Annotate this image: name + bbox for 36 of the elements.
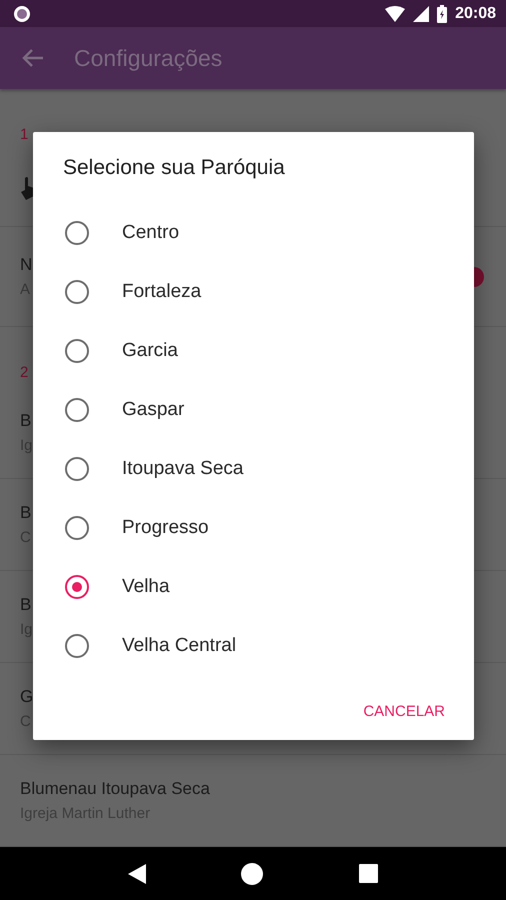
option-label[interactable]: Velha Central <box>122 634 236 656</box>
radio-button[interactable] <box>65 220 89 244</box>
recents-icon[interactable] <box>359 864 378 884</box>
option-label[interactable]: Velha <box>122 576 170 598</box>
cancel-button[interactable]: CANCELAR <box>354 695 454 728</box>
radio-button[interactable] <box>65 398 89 422</box>
section-header: 2 <box>20 364 28 382</box>
status-time: 20:08 <box>455 4 496 23</box>
back-icon[interactable] <box>128 864 146 884</box>
option-label[interactable]: Gaspar <box>122 398 184 420</box>
dialog-title: Selecione sua Paróquia <box>63 156 285 180</box>
home-icon[interactable] <box>241 862 264 885</box>
setting-title: B <box>20 503 32 524</box>
signal-icon <box>413 6 430 22</box>
radio-button[interactable] <box>65 574 89 598</box>
setting-title: B <box>20 595 32 616</box>
battery-icon <box>437 4 448 23</box>
option-label[interactable]: Fortaleza <box>122 280 202 302</box>
app-title: Configurações <box>74 44 222 72</box>
setting-title: Blumenau Itoupava Seca <box>20 779 210 800</box>
option-label[interactable]: Centro <box>122 222 180 244</box>
radio-button[interactable] <box>65 280 89 304</box>
radio-button[interactable] <box>65 516 89 540</box>
radio-button[interactable] <box>65 338 89 362</box>
setting-title: N <box>20 255 32 276</box>
radio-button[interactable] <box>65 634 89 658</box>
option-label[interactable]: Progresso <box>122 516 209 538</box>
section-header: 1 <box>20 126 28 144</box>
setting-title: G <box>20 687 34 708</box>
wifi-icon <box>385 6 406 22</box>
setting-title: B <box>20 411 32 432</box>
option-label[interactable]: Garcia <box>122 340 178 362</box>
radio-button[interactable] <box>65 456 89 480</box>
hand-icon <box>20 176 36 200</box>
option-label[interactable]: Itoupava Seca <box>122 458 244 480</box>
notification-icon <box>12 4 32 24</box>
